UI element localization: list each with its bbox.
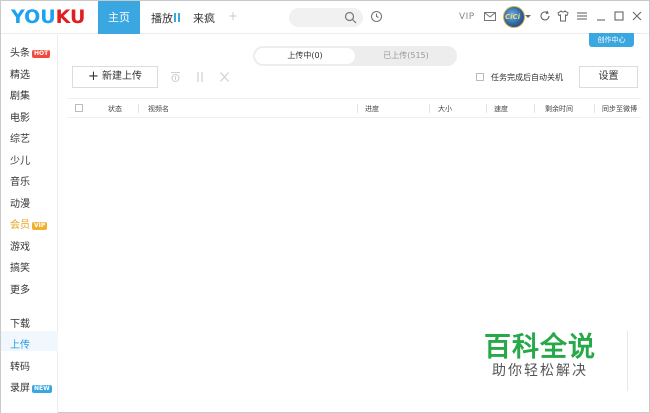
plus-icon: + [88,69,99,84]
tab-uploading[interactable]: 上传中(0) [255,48,355,64]
user-avatar[interactable]: CiCi [503,6,525,28]
sidebar-item-jingxuan[interactable]: 精选 [10,66,30,81]
vip-link[interactable]: VIP [459,12,475,22]
sidebar-item-toutiao[interactable]: 头条 HOT [10,44,51,59]
sidebar-item-zhuanma[interactable]: 转码 [10,358,30,373]
select-all-checkbox[interactable] [75,104,83,112]
sidebar-item-gengduo[interactable]: 更多 [10,281,30,296]
new-upload-button[interactable]: + 新建上传 [72,66,158,88]
pause-icon[interactable] [195,71,205,83]
search-icon[interactable] [344,11,357,24]
new-upload-label: 新建上传 [102,71,142,82]
sidebar-item-shangchuan[interactable]: 上传 [10,336,30,351]
column-remaining-time[interactable]: 剩余时间 [545,104,573,114]
sidebar-item-xiazai[interactable]: 下载 [10,315,30,330]
sidebar-item-dongman[interactable]: 动漫 [10,195,30,210]
column-video-name[interactable]: 视频名 [148,104,169,114]
column-progress[interactable]: 进度 [365,104,379,114]
column-status[interactable]: 状态 [108,104,122,114]
column-divider [357,104,358,113]
skin-shirt-icon[interactable] [557,10,569,22]
sidebar-item-zongyi[interactable]: 综艺 [10,130,30,145]
sidebar-item-gaoxiao[interactable]: 搞笑 [10,259,30,274]
watermark: 百科全说 助你轻松解决 [481,325,611,385]
close-icon[interactable] [631,10,643,22]
minimize-icon[interactable] [595,10,607,22]
delete-x-icon[interactable] [219,71,230,83]
sidebar-item-label: 头条 [10,48,30,59]
app-window: YOUKU 主页 播放 来疯 + VIP CiCi 头条 HOT 精选 剧集 电… [0,0,650,413]
watermark-title: 百科全说 [484,332,596,363]
youku-logo[interactable]: YOUKU [11,6,86,28]
sidebar-item-luping[interactable]: 录屏 NEW [10,379,52,394]
scrollbar-track[interactable] [627,331,628,391]
sidebar-item-shaoer[interactable]: 少儿 [10,152,30,167]
logo-ku: KU [55,6,86,28]
hot-badge: HOT [32,50,51,58]
auto-shutdown-checkbox[interactable] [476,73,484,81]
maximize-icon[interactable] [613,10,625,22]
column-size[interactable]: 大小 [438,104,452,114]
search-box[interactable] [289,8,363,27]
sidebar-item-youxi[interactable]: 游戏 [10,238,30,253]
tab-uploaded[interactable]: 已上传(515) [357,48,455,64]
logo-you: YOU [11,6,56,28]
column-divider [429,104,430,113]
sidebar-item-juji[interactable]: 剧集 [10,87,30,102]
column-divider [486,104,487,113]
add-tab-button[interactable]: + [228,9,238,23]
nav-laifeng-tab[interactable]: 来疯 [193,10,215,26]
mail-icon[interactable] [484,12,496,22]
avatar-text: CiCi [505,13,521,21]
playing-bars-icon [174,13,182,22]
sidebar-item-label: 会员 [10,220,30,231]
watermark-subtitle: 助你轻松解决 [492,363,588,379]
new-badge: NEW [32,385,52,393]
column-speed[interactable]: 速度 [494,104,508,114]
column-divider [138,104,139,113]
nav-home-tab[interactable]: 主页 [98,1,140,34]
nav-play-tab[interactable]: 播放 [151,10,173,26]
sidebar-item-dianying[interactable]: 电影 [10,109,30,124]
vip-badge: VIP [32,222,48,230]
menu-icon[interactable] [576,10,588,22]
column-divider [594,104,595,113]
sidebar-item-huiyuan[interactable]: 会员 VIP [10,216,48,231]
history-clock-icon[interactable] [370,10,383,23]
sidebar: 头条 HOT 精选 剧集 电影 综艺 少儿 音乐 动漫 会员 VIP 游戏 搞笑 更… [1,35,58,413]
upload-table-header: 状态 视频名 进度 大小 速度 剩余时间 同步至微博 [67,98,641,118]
column-divider [534,104,535,113]
refresh-icon[interactable] [539,10,551,22]
sidebar-item-label: 录屏 [10,383,30,394]
auto-shutdown-label: 任务完成后自动关机 [491,73,563,82]
upload-status-tabs: 上传中(0) 已上传(515) [253,46,457,66]
title-bar: YOUKU 主页 播放 来疯 + VIP CiCi [1,1,649,34]
column-sync-weibo[interactable]: 同步至微博 [602,104,637,114]
upload-top-icon[interactable] [169,71,182,83]
chevron-down-icon[interactable] [525,15,531,18]
sidebar-item-yinyue[interactable]: 音乐 [10,173,30,188]
creator-center-button[interactable]: 创作中心 [589,33,634,47]
settings-button[interactable]: 设置 [579,66,638,88]
